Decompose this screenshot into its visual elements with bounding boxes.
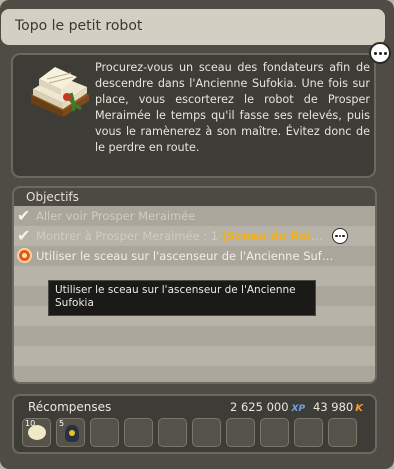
reward-slot-empty: [260, 418, 289, 447]
objective-text-prefix: Montrer à Prosper Meraimée : 1: [36, 229, 222, 243]
objective-row[interactable]: ✔ Aller voir Prosper Meraimée: [14, 206, 375, 226]
quest-description: Procurez-vous un sceau des fondateurs af…: [95, 61, 370, 154]
empty-row: [14, 326, 375, 346]
checkmark-icon: ✔: [17, 226, 31, 245]
objective-row-active[interactable]: Utiliser le sceau sur l'ascenseur de l'A…: [14, 246, 375, 266]
kamas-reward: 43 980 K: [313, 400, 363, 414]
target-icon: [17, 248, 32, 263]
xp-icon: XP: [291, 404, 306, 414]
quest-title: Topo le petit robot: [15, 18, 143, 34]
book-with-seal-icon: [31, 67, 89, 117]
kamas-icon: K: [355, 403, 363, 414]
reward-slot-empty: [226, 418, 255, 447]
dialogue-bubble-icon[interactable]: [369, 42, 391, 64]
reward-slot-empty: [294, 418, 323, 447]
title-bar[interactable]: Topo le petit robot: [1, 9, 385, 45]
slot-quantity: 10: [25, 419, 36, 428]
reward-slot-empty: [124, 418, 153, 447]
reward-slot-empty: [328, 418, 357, 447]
xp-reward: 2 625 000 XP: [230, 400, 305, 414]
slot-quantity: 5: [59, 419, 65, 428]
rewards-panel: Récompenses 2 625 000 XP 43 980 K 10 5: [12, 394, 377, 454]
reward-slot-empty: [90, 418, 119, 447]
checkmark-icon: ✔: [17, 206, 31, 225]
dialogue-bubble-icon[interactable]: [332, 228, 348, 244]
reward-slot-creature[interactable]: 5: [56, 418, 85, 447]
objectives-title: Objectifs: [26, 190, 79, 204]
objective-text: Utiliser le sceau sur l'ascenseur de l'A…: [36, 249, 334, 263]
kamas-value: 43 980: [313, 400, 354, 414]
reward-slot-empty: [158, 418, 187, 447]
objective-text: Montrer à Prosper Meraimée : 1 [Sceau du…: [36, 229, 323, 243]
reward-slot-empty: [192, 418, 221, 447]
objective-row[interactable]: ✔ Montrer à Prosper Meraimée : 1 [Sceau …: [14, 226, 375, 246]
objective-item-link[interactable]: [Sceau du Roi: [222, 229, 311, 243]
objective-tooltip: Utiliser le sceau sur l'ascenseur de l'A…: [48, 280, 316, 316]
objective-text: Aller voir Prosper Meraimée: [36, 209, 196, 223]
reward-slot-bread[interactable]: 10: [22, 418, 51, 447]
quest-window: Topo le petit robot Procurez-vous un sce…: [0, 0, 394, 469]
empty-row: [14, 346, 375, 366]
quest-description-panel: Procurez-vous un sceau des fondateurs af…: [11, 53, 376, 178]
objectives-header: Objectifs: [14, 188, 375, 206]
empty-row: [14, 366, 375, 382]
xp-value: 2 625 000: [230, 400, 289, 414]
objective-text-ellipsis: …: [311, 229, 323, 243]
rewards-label: Récompenses: [28, 400, 112, 414]
